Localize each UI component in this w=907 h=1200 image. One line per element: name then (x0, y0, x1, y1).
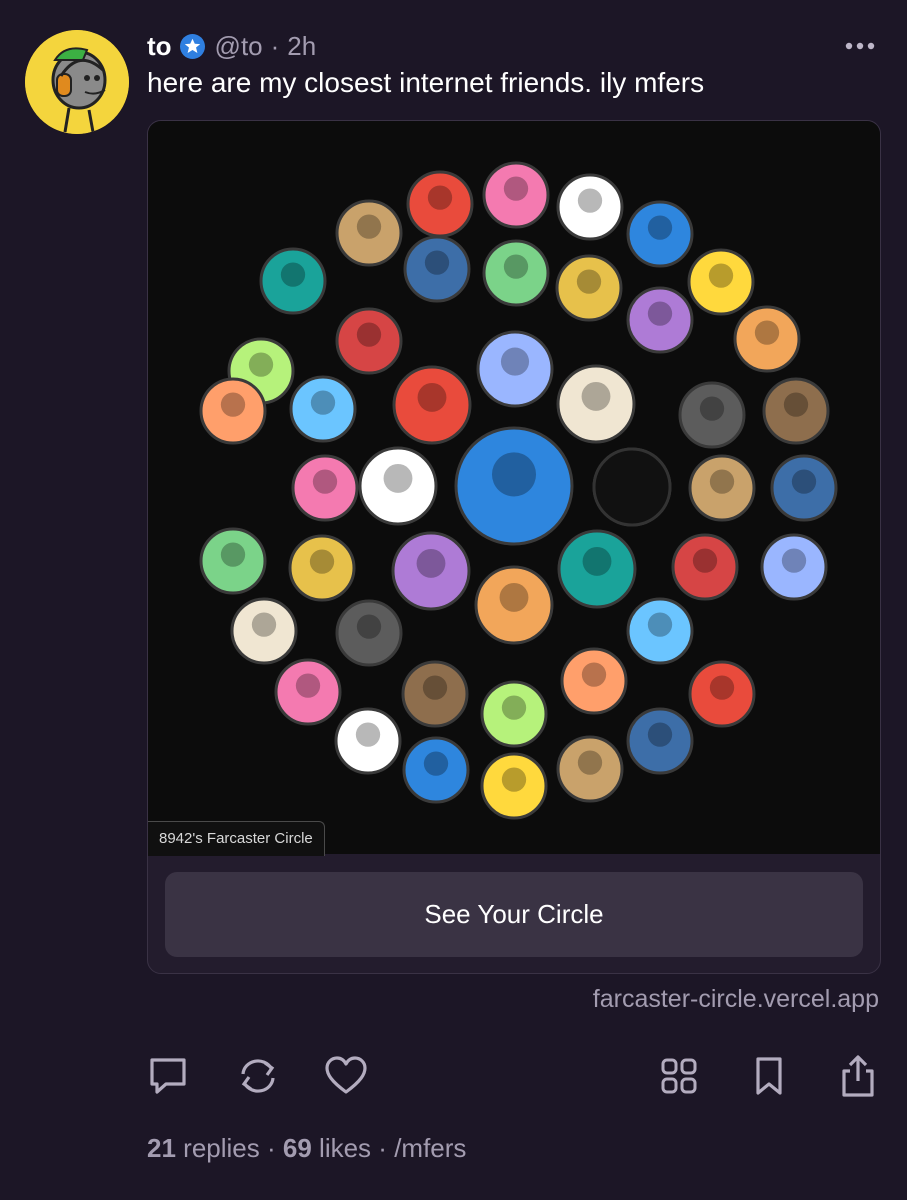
friend-avatar (288, 534, 356, 602)
friend-avatar (334, 707, 402, 775)
friend-avatar (688, 660, 756, 728)
stats-separator: · (378, 1133, 387, 1163)
friend-avatar (259, 247, 327, 315)
friend-avatar (556, 173, 624, 241)
friend-avatar (406, 170, 474, 238)
likes-count[interactable]: 69 (283, 1133, 312, 1163)
author-avatar[interactable] (25, 30, 129, 134)
post-header: to @to · 2h (147, 28, 877, 64)
comment-icon (150, 1058, 186, 1094)
friend-avatar (555, 254, 623, 322)
recast-icon (241, 1059, 275, 1093)
stats-separator: · (266, 1133, 276, 1163)
friend-avatar (556, 735, 624, 803)
like-button[interactable] (322, 1050, 370, 1102)
friend-avatar (560, 647, 628, 715)
share-icon (842, 1055, 874, 1097)
friend-avatar (274, 658, 342, 726)
friend-avatar (762, 377, 830, 445)
friend-avatar (401, 660, 469, 728)
friend-avatar (335, 307, 403, 375)
friend-avatar (335, 599, 403, 667)
replies-label[interactable]: replies (183, 1133, 260, 1163)
friend-avatar (476, 330, 554, 408)
heart-icon (325, 1056, 367, 1094)
grid-button[interactable] (655, 1050, 703, 1102)
friend-avatar (671, 533, 739, 601)
friend-avatar (199, 527, 267, 595)
friend-avatar (358, 446, 438, 526)
friend-avatar (199, 377, 267, 445)
post-stats: 21 replies · 69 likes · /mfers (147, 1133, 466, 1164)
friend-avatar (626, 597, 694, 665)
friend-avatar (403, 235, 471, 303)
friend-avatar (482, 161, 550, 229)
action-bar (0, 1050, 907, 1106)
friend-avatar (557, 529, 637, 609)
share-button[interactable] (834, 1050, 882, 1102)
friend-avatar (474, 565, 554, 645)
replies-count[interactable]: 21 (147, 1133, 176, 1163)
frame-embed: 8942's Farcaster Circle See Your Circle (147, 120, 881, 974)
friend-avatar (480, 680, 548, 748)
frame-caption: 8942's Farcaster Circle (148, 821, 325, 856)
recast-button[interactable] (234, 1050, 282, 1102)
channel-link[interactable]: /mfers (394, 1133, 466, 1163)
verified-star-icon (179, 33, 205, 59)
friend-avatar (556, 364, 636, 444)
friend-circle-graphic (199, 161, 838, 820)
friend-avatar (770, 454, 838, 522)
empty-avatar-slot (592, 447, 672, 527)
ellipsis-icon[interactable] (843, 36, 877, 56)
likes-label[interactable]: likes (319, 1133, 371, 1163)
friend-avatar (392, 365, 472, 445)
friend-avatar (289, 375, 357, 443)
friend-avatar (230, 597, 298, 665)
post-timestamp: 2h (287, 30, 317, 61)
friend-avatar (678, 381, 746, 449)
friend-avatar (626, 286, 694, 354)
friend-avatar (626, 707, 694, 775)
friend-avatar (688, 454, 756, 522)
friend-avatar (291, 454, 359, 522)
friend-avatar (733, 305, 801, 373)
grid-icon (661, 1058, 697, 1094)
frame-domain-link[interactable]: farcaster-circle.vercel.app (593, 985, 879, 1014)
friend-avatar (391, 531, 471, 611)
bookmark-icon (756, 1057, 782, 1095)
mfer-avatar-image (25, 30, 129, 134)
bookmark-button[interactable] (745, 1050, 793, 1102)
friend-avatar (454, 426, 574, 546)
author-handle[interactable]: @to (215, 31, 263, 62)
author-display-name[interactable]: to (147, 31, 172, 62)
reply-button[interactable] (144, 1050, 192, 1102)
friend-avatar (626, 200, 694, 268)
friend-avatar (760, 533, 828, 601)
friend-avatar (480, 752, 548, 820)
header-separator: · (270, 30, 280, 61)
friend-avatar (402, 736, 470, 804)
friend-avatar (335, 199, 403, 267)
friend-avatar (482, 239, 550, 307)
circle-image[interactable]: 8942's Farcaster Circle (148, 121, 880, 856)
see-your-circle-button[interactable]: See Your Circle (165, 872, 863, 957)
post-text: here are my closest internet friends. il… (147, 67, 705, 98)
friend-avatar (687, 248, 755, 316)
